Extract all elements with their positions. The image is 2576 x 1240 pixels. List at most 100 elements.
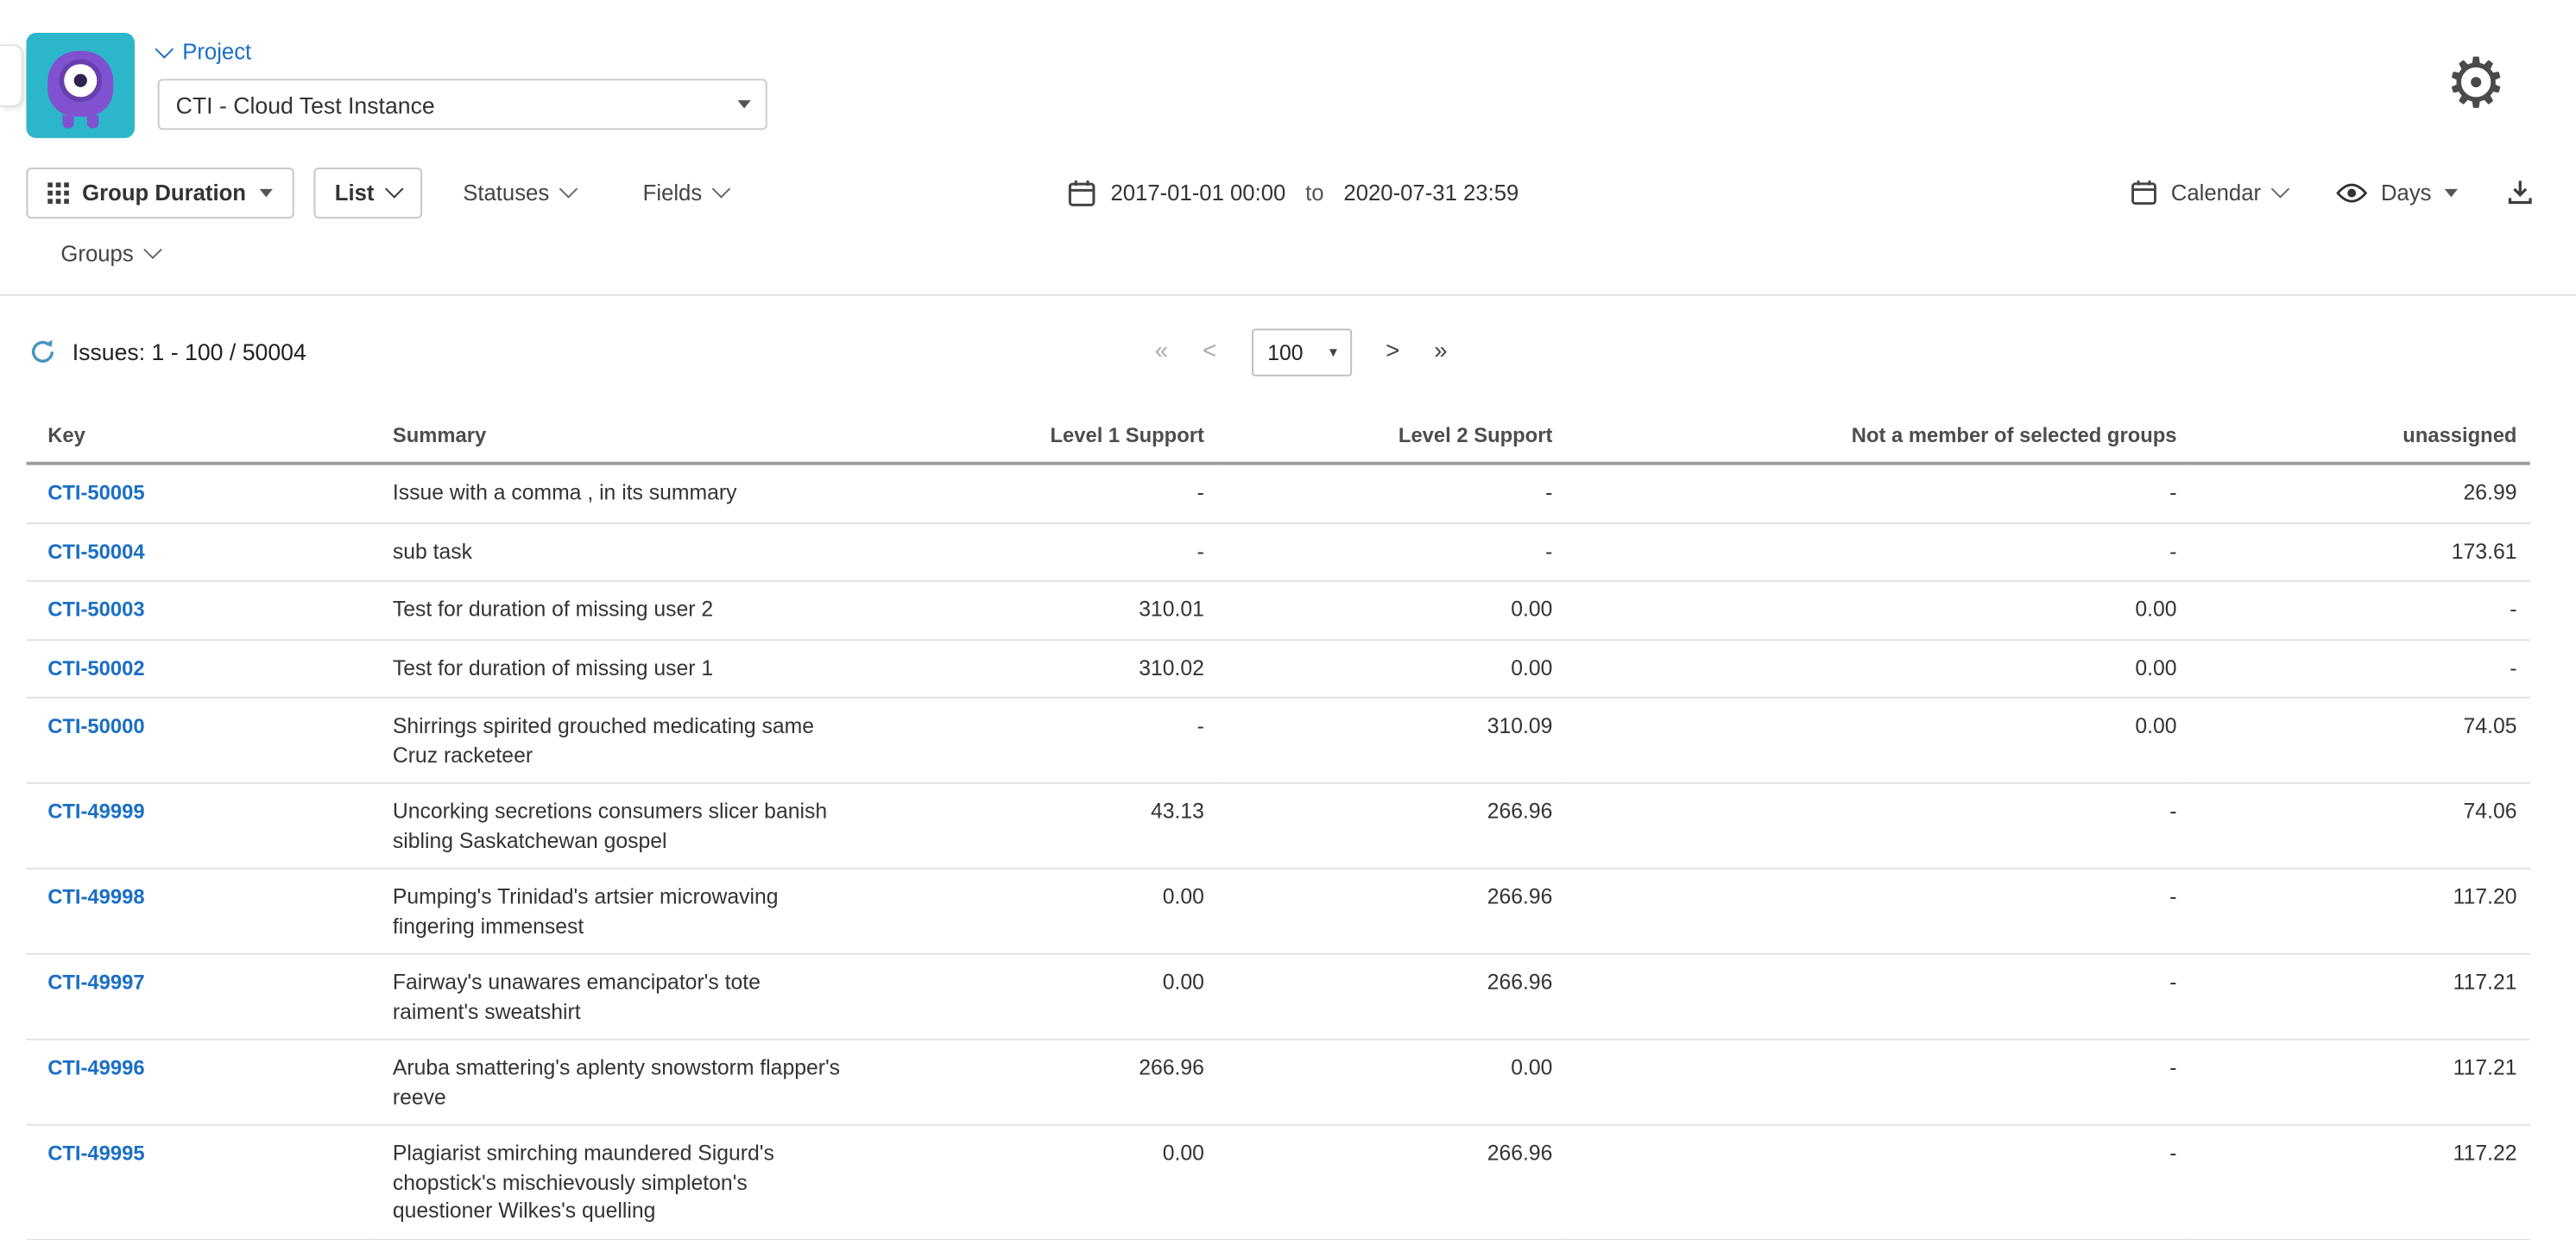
table-row: CTI-49997Fairway's unawares emancipator'… [26, 954, 2529, 1040]
days-dropdown[interactable]: Days [2337, 180, 2458, 205]
key-cell: CTI-49995 [26, 1125, 371, 1239]
key-cell: CTI-50005 [26, 464, 371, 523]
project-select[interactable]: CTI - Cloud Test Instance [158, 79, 767, 130]
table-row: CTI-50002Test for duration of missing us… [26, 639, 2529, 698]
date-range-picker[interactable]: 2017-01-01 00:00 to 2020-07-31 23:59 [1068, 158, 1518, 227]
calendar-dropdown[interactable]: Calendar [2131, 179, 2287, 205]
column-header-not-a-member-of-selected-groups[interactable]: Not a member of selected groups [1566, 414, 2190, 464]
chevron-down-icon [559, 180, 578, 199]
fields-dropdown[interactable]: Fields [643, 180, 729, 205]
chevron-down-icon [155, 39, 174, 58]
fields-label: Fields [643, 180, 703, 205]
logo-monster-eye [64, 64, 97, 97]
column-header-unassigned[interactable]: unassigned [2190, 414, 2530, 464]
value-cell: - [1566, 783, 2190, 869]
issue-key-link[interactable]: CTI-50005 [47, 482, 144, 505]
key-cell: CTI-49999 [26, 783, 371, 869]
table-row: CTI-50004sub task---173.61 [26, 522, 2529, 581]
group-duration-button[interactable]: Group Duration [26, 167, 294, 218]
issue-key-link[interactable]: CTI-49999 [47, 800, 144, 824]
groups-dropdown[interactable]: Groups [60, 241, 160, 266]
value-cell: 0.00 [864, 1125, 1217, 1239]
value-cell: - [864, 464, 1217, 523]
page-size-select[interactable]: 100 ▼ [1251, 328, 1351, 376]
grid-icon [47, 181, 69, 203]
issue-key-link[interactable]: CTI-50002 [47, 656, 144, 680]
caret-down-icon [259, 188, 272, 197]
value-cell: - [1566, 954, 2190, 1040]
sidebar-collapse-handle[interactable] [0, 44, 23, 106]
value-cell: 0.00 [1217, 639, 1565, 698]
toolbar-row-2: Groups [0, 227, 2576, 280]
value-cell: 117.22 [2190, 1125, 2530, 1239]
statuses-label: Statuses [463, 180, 549, 205]
column-header-summary[interactable]: Summary [371, 414, 864, 464]
value-cell: - [1566, 522, 2190, 581]
issue-key-link[interactable]: CTI-50004 [47, 540, 144, 563]
key-cell: CTI-50004 [26, 522, 371, 581]
value-cell: 266.96 [1217, 954, 1565, 1040]
pagination-first-button[interactable]: « [1155, 338, 1168, 364]
caret-down-icon: ▼ [1327, 345, 1340, 359]
days-label: Days [2381, 180, 2432, 205]
logo-monster-leg [62, 115, 73, 128]
date-to-separator: to [1305, 180, 1323, 205]
issue-key-link[interactable]: CTI-50003 [47, 598, 144, 622]
issue-key-link[interactable]: CTI-50000 [47, 715, 144, 738]
project-block: Project CTI - Cloud Test Instance [158, 40, 767, 130]
date-from-value: 2017-01-01 00:00 [1110, 180, 1285, 205]
value-cell: 117.20 [2190, 869, 2530, 954]
issue-key-link[interactable]: CTI-49998 [47, 886, 144, 909]
summary-cell: Shirrings spirited grouched medicating s… [371, 698, 864, 783]
list-button[interactable]: List [313, 167, 422, 218]
value-cell: - [1217, 464, 1565, 523]
chevron-down-icon [712, 180, 731, 199]
value-cell: 266.96 [1217, 1125, 1565, 1239]
issue-key-link[interactable]: CTI-49997 [47, 971, 144, 995]
issue-key-link[interactable]: CTI-49996 [47, 1057, 144, 1080]
value-cell: 310.02 [864, 639, 1217, 698]
app-header: Project CTI - Cloud Test Instance ⚙ [0, 0, 2576, 158]
key-cell: CTI-50003 [26, 581, 371, 640]
project-section-toggle[interactable]: Project [158, 40, 767, 65]
value-cell: 117.21 [2190, 954, 2530, 1040]
value-cell: 266.96 [1217, 869, 1565, 954]
key-cell: CTI-49996 [26, 1040, 371, 1125]
value-cell: 0.00 [1566, 639, 2190, 698]
issue-key-link[interactable]: CTI-49995 [47, 1142, 144, 1166]
pagination-last-button[interactable]: » [1434, 338, 1447, 364]
toolbar-row-1: Group Duration List Statuses Fields [0, 158, 2576, 227]
logo-monster-leg [87, 115, 98, 128]
statuses-dropdown[interactable]: Statuses [463, 180, 575, 205]
value-cell: 74.06 [2190, 783, 2530, 869]
issues-table-body: CTI-50005Issue with a comma , in its sum… [26, 464, 2529, 1239]
calendar-icon [2131, 179, 2157, 205]
value-cell: 43.13 [864, 783, 1217, 869]
refresh-icon[interactable] [29, 338, 55, 364]
table-row: CTI-49999 Uncorking secretions consumers … [26, 783, 2529, 869]
column-header-level-2-support[interactable]: Level 2 Support [1217, 414, 1565, 464]
settings-gear-button[interactable]: ⚙ [2445, 49, 2507, 118]
caret-down-icon [737, 100, 750, 109]
pagination-prev-button[interactable]: < [1203, 338, 1216, 364]
groups-label: Groups [60, 241, 133, 266]
toolbar: Group Duration List Statuses Fields [0, 158, 2576, 296]
value-cell: 26.99 [2190, 464, 2530, 523]
table-row: CTI-50000 Shirrings spirited grouched med… [26, 698, 2529, 783]
issues-count-label: Issues: 1 - 100 / 50004 [73, 338, 306, 364]
value-cell: - [1566, 1040, 2190, 1125]
issues-table-head-row: KeySummaryLevel 1 SupportLevel 2 Support… [26, 414, 2529, 464]
pagination: « < 100 ▼ > » [1155, 315, 1448, 388]
value-cell: 0.00 [1217, 581, 1565, 640]
summary-cell: Aruba smattering's aplenty snowstorm fla… [371, 1040, 864, 1125]
chevron-down-icon [144, 240, 163, 259]
summary-cell: Uncorking secretions consumers slicer ba… [371, 783, 864, 869]
key-cell: CTI-49997 [26, 954, 371, 1040]
pagination-next-button[interactable]: > [1386, 338, 1399, 364]
column-header-key[interactable]: Key [26, 414, 371, 464]
download-button[interactable] [2507, 179, 2533, 205]
column-header-level-1-support[interactable]: Level 1 Support [864, 414, 1217, 464]
value-cell: 173.61 [2190, 522, 2530, 581]
group-duration-label: Group Duration [82, 180, 246, 205]
value-cell: 74.05 [2190, 698, 2530, 783]
